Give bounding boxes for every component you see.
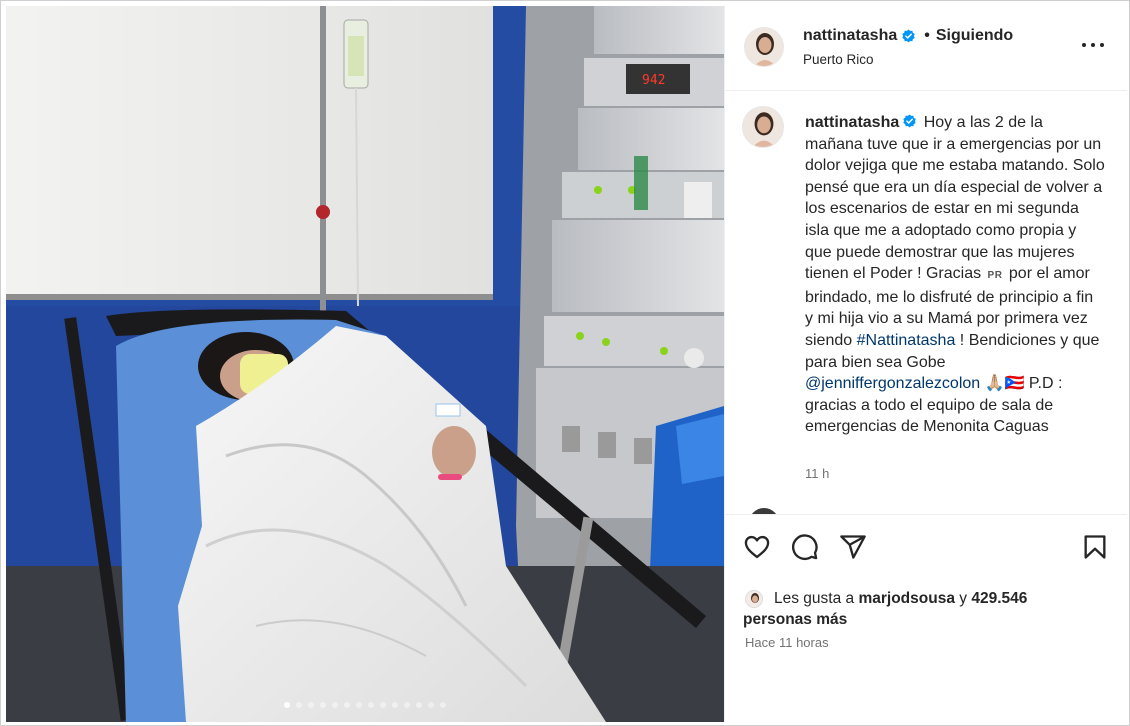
carousel-dot[interactable]: [392, 702, 398, 708]
user-avatar[interactable]: [744, 27, 784, 67]
post-timestamp[interactable]: Hace 11 horas: [745, 635, 829, 650]
pr-flag-icon: PR: [987, 270, 1003, 282]
bookmark-icon[interactable]: [1081, 533, 1109, 561]
post-photo[interactable]: 942: [6, 6, 724, 722]
speech-bubble-icon[interactable]: [791, 533, 819, 561]
header-user-row: nattinatasha • Siguiendo: [803, 27, 1013, 45]
hospital-scene-image: 942: [6, 6, 724, 722]
hashtag-link[interactable]: #Nattinatasha: [857, 332, 956, 349]
caption-avatar[interactable]: [742, 106, 784, 148]
carousel-dot[interactable]: [284, 702, 290, 708]
instagram-post-modal: 942 nattinatasha • Siguiendo Puerto Rico…: [0, 0, 1130, 726]
likes-line-1: Les gusta a marjodsousa y 429.546: [774, 588, 1027, 609]
liker-username[interactable]: marjodsousa: [858, 590, 954, 607]
header-username[interactable]: nattinatasha: [803, 27, 897, 45]
carousel-dot[interactable]: [344, 702, 350, 708]
svg-text:942: 942: [642, 73, 665, 88]
location-link[interactable]: Puerto Rico: [803, 52, 874, 67]
heart-outline-icon[interactable]: [743, 533, 771, 561]
carousel-dot[interactable]: [308, 702, 314, 708]
post-footer: Les gusta a marjodsousa y 429.546 person…: [725, 514, 1127, 661]
likes-prefix: Les gusta a: [774, 590, 855, 607]
caption-username[interactable]: nattinatasha: [805, 114, 899, 131]
caption-emoji: 🙏🏼🇵🇷: [984, 375, 1025, 393]
likes-count[interactable]: 429.546: [971, 590, 1027, 607]
likes-joiner: y: [959, 590, 968, 607]
carousel-indicator: [6, 702, 724, 708]
verified-badge-icon: [902, 28, 915, 42]
caption-text-1: Hoy a las 2 de la mañana tuve que ir a e…: [805, 114, 1105, 283]
carousel-dot[interactable]: [428, 702, 434, 708]
paper-plane-icon[interactable]: [839, 533, 867, 561]
carousel-dot[interactable]: [356, 702, 362, 708]
carousel-dot[interactable]: [368, 702, 374, 708]
carousel-dot[interactable]: [416, 702, 422, 708]
following-button[interactable]: Siguiendo: [936, 27, 1013, 45]
caption-section: nattinatasha Hoy a las 2 de la mañana tu…: [725, 92, 1127, 514]
post-caption: nattinatasha Hoy a las 2 de la mañana tu…: [805, 112, 1105, 438]
likes-suffix[interactable]: personas más: [743, 611, 847, 628]
carousel-dot[interactable]: [296, 702, 302, 708]
more-options-icon[interactable]: [1082, 40, 1104, 50]
verified-badge-icon: [903, 114, 916, 128]
carousel-dot[interactable]: [320, 702, 326, 708]
carousel-dot[interactable]: [404, 702, 410, 708]
action-bar: [743, 533, 1109, 561]
liker-avatar[interactable]: [745, 590, 763, 608]
post-side-panel: nattinatasha • Siguiendo Puerto Rico nat…: [724, 6, 1127, 722]
header-separator: •: [924, 27, 930, 44]
carousel-dot[interactable]: [332, 702, 338, 708]
carousel-dot[interactable]: [380, 702, 386, 708]
caption-timestamp[interactable]: 11 h: [805, 466, 829, 481]
post-header: nattinatasha • Siguiendo Puerto Rico: [725, 6, 1127, 91]
carousel-dot[interactable]: [440, 702, 446, 708]
likes-line-2: personas más: [743, 609, 847, 630]
mention-link[interactable]: @jenniffergonzalezcolon: [805, 375, 980, 392]
